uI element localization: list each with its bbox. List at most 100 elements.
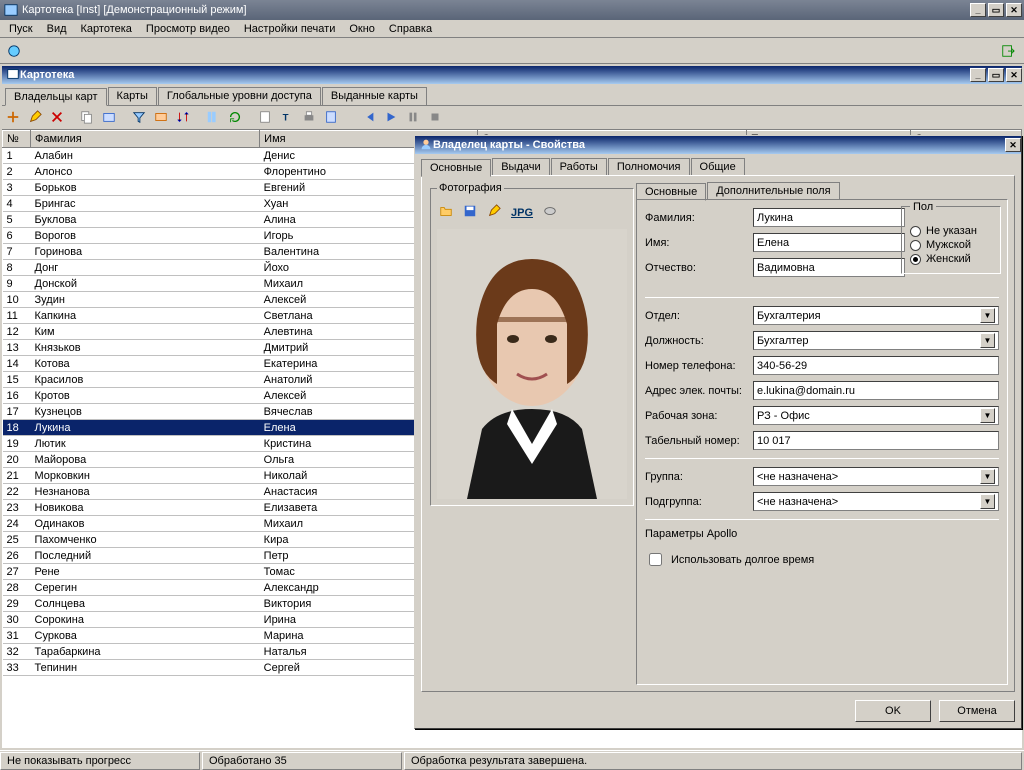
play-icon[interactable] (384, 110, 400, 126)
copy-icon[interactable] (80, 110, 96, 126)
column-header[interactable]: № (3, 131, 31, 148)
chevron-down-icon[interactable]: ▼ (980, 308, 995, 323)
sub-close-button[interactable]: ✕ (1006, 68, 1022, 82)
department-combo[interactable]: Бухгалтерия▼ (753, 306, 999, 325)
duplicate-icon[interactable] (102, 110, 118, 126)
chevron-down-icon[interactable]: ▼ (980, 333, 995, 348)
dlg-tab-general[interactable]: Общие (691, 158, 745, 176)
chevron-down-icon[interactable]: ▼ (980, 469, 995, 484)
gender-female[interactable]: Женский (910, 253, 992, 265)
gender-none[interactable]: Не указан (910, 225, 992, 237)
sub-toolbar: T (2, 106, 1022, 130)
dialog-icon (419, 137, 433, 154)
preview-icon[interactable] (324, 110, 340, 126)
menu-start[interactable]: Пуск (2, 21, 40, 37)
menu-window[interactable]: Окно (342, 21, 382, 37)
dialog-title: Владелец карты - Свойства (433, 139, 585, 151)
text-icon[interactable]: T (280, 110, 296, 126)
ok-button[interactable]: OK (855, 700, 931, 722)
export-icon[interactable] (258, 110, 274, 126)
position-combo[interactable]: Бухгалтер▼ (753, 331, 999, 350)
lbl-name: Имя: (645, 237, 753, 249)
close-button[interactable]: ✕ (1006, 3, 1022, 17)
stop-icon[interactable] (428, 110, 444, 126)
inner-tab-extra[interactable]: Дополнительные поля (707, 182, 839, 200)
jpg-button[interactable]: JPG (511, 207, 533, 219)
dlg-tab-works[interactable]: Работы (551, 158, 607, 176)
sub-window-title: Картотека (20, 69, 74, 81)
dlg-tab-main[interactable]: Основные (421, 159, 491, 177)
folder-icon[interactable] (439, 204, 453, 221)
group-combo[interactable]: <не назначена>▼ (753, 467, 999, 486)
tabelno-field[interactable] (753, 431, 999, 450)
dialog-close-button[interactable]: ✕ (1005, 138, 1021, 152)
camera-icon[interactable] (543, 204, 557, 221)
tab-access-levels[interactable]: Глобальные уровни доступа (158, 87, 321, 105)
lbl-department: Отдел: (645, 310, 753, 322)
status-result: Обработка результата завершена. (404, 752, 1022, 770)
cancel-button[interactable]: Отмена (939, 700, 1015, 722)
subgroup-combo[interactable]: <не назначена>▼ (753, 492, 999, 511)
longtime-checkbox[interactable]: Использовать долгое время (645, 550, 999, 569)
menubar: Пуск Вид Картотека Просмотр видео Настро… (0, 20, 1024, 38)
owner-properties-dialog: Владелец карты - Свойства ✕ Основные Выд… (414, 135, 1022, 729)
tab-cards[interactable]: Карты (108, 87, 157, 105)
minimize-button[interactable]: _ (970, 3, 986, 17)
edit-icon[interactable] (28, 110, 44, 126)
save-photo-icon[interactable] (463, 204, 477, 221)
tab-issued[interactable]: Выданные карты (322, 87, 427, 105)
photo-legend: Фотография (437, 182, 504, 194)
main-toolbar (0, 38, 1024, 64)
dlg-tab-issues[interactable]: Выдачи (492, 158, 549, 176)
name-field[interactable] (753, 233, 905, 252)
menu-video[interactable]: Просмотр видео (139, 21, 237, 37)
chevron-down-icon[interactable]: ▼ (980, 494, 995, 509)
surname-field[interactable] (753, 208, 905, 227)
edit-photo-icon[interactable] (487, 204, 501, 221)
sub-minimize-button[interactable]: _ (970, 68, 986, 82)
email-field[interactable] (753, 381, 999, 400)
menu-print[interactable]: Настройки печати (237, 21, 343, 37)
gender-male[interactable]: Мужской (910, 239, 992, 251)
photo-group: Фотография JPG (430, 182, 634, 506)
menu-cards[interactable]: Картотека (74, 21, 139, 37)
tab-owners[interactable]: Владельцы карт (5, 88, 107, 106)
subwindow-icon (6, 67, 20, 84)
columns-icon[interactable] (206, 110, 222, 126)
filter-icon[interactable] (132, 110, 148, 126)
nav-first-icon[interactable] (362, 110, 378, 126)
zone-combo[interactable]: РЗ - Офис▼ (753, 406, 999, 425)
dialog-tabs: Основные Выдачи Работы Полномочия Общие (421, 158, 1015, 176)
menu-help[interactable]: Справка (382, 21, 439, 37)
toolbar-browser-icon[interactable] (4, 41, 24, 61)
app-icon (4, 3, 18, 17)
card-icon[interactable] (154, 110, 170, 126)
lbl-zone: Рабочая зона: (645, 410, 753, 422)
column-header[interactable]: Фамилия (31, 131, 260, 148)
status-progress-label: Не показывать прогресс (0, 752, 200, 770)
maximize-button[interactable]: ▭ (988, 3, 1004, 17)
patronymic-field[interactable] (753, 258, 905, 277)
toolbar-exit-icon[interactable] (998, 41, 1018, 61)
dlg-tab-perm[interactable]: Полномочия (608, 158, 690, 176)
dialog-titlebar[interactable]: Владелец карты - Свойства ✕ (415, 136, 1021, 154)
sub-maximize-button[interactable]: ▭ (988, 68, 1004, 82)
owner-photo (437, 229, 627, 499)
apollo-label: Параметры Apollo (645, 528, 999, 540)
sub-window-titlebar: Картотека _ ▭ ✕ (2, 66, 1022, 84)
sub-tabs: Владельцы карт Карты Глобальные уровни д… (2, 84, 1022, 106)
menu-view[interactable]: Вид (40, 21, 74, 37)
delete-icon[interactable] (50, 110, 66, 126)
app-title: Картотека [Inst] [Демонстрационный режим… (22, 4, 247, 16)
print-icon[interactable] (302, 110, 318, 126)
refresh-icon[interactable] (228, 110, 244, 126)
lbl-position: Должность: (645, 335, 753, 347)
phone-field[interactable] (753, 356, 999, 375)
app-titlebar: Картотека [Inst] [Демонстрационный режим… (0, 0, 1024, 20)
pause-icon[interactable] (406, 110, 422, 126)
new-icon[interactable] (6, 110, 22, 126)
sort-icon[interactable] (176, 110, 192, 126)
chevron-down-icon[interactable]: ▼ (980, 408, 995, 423)
lbl-tabno: Табельный номер: (645, 435, 753, 447)
lbl-surname: Фамилия: (645, 212, 753, 224)
